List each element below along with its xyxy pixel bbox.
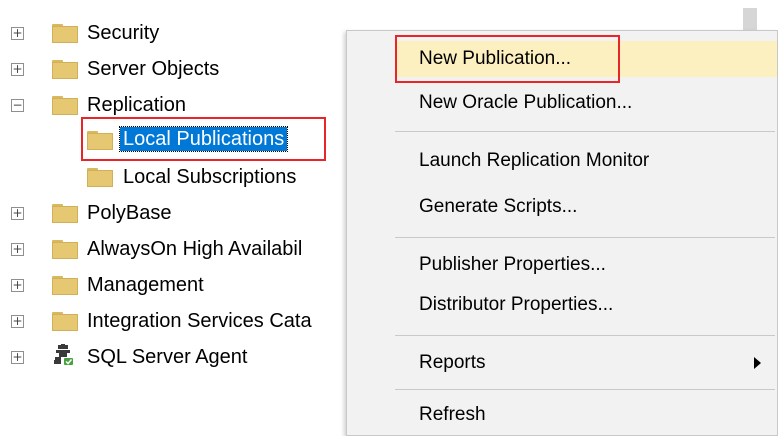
menu-item-launch-replication-monitor[interactable]: Launch Replication Monitor xyxy=(395,143,777,179)
object-explorer-tree: + Security + Server Objects − Replicatio… xyxy=(0,0,360,436)
collapse-icon[interactable]: − xyxy=(11,99,24,112)
folder-icon xyxy=(52,240,78,259)
context-menu: New Publication... New Oracle Publicatio… xyxy=(346,30,778,436)
folder-icon xyxy=(52,204,78,223)
submenu-arrow-icon xyxy=(754,357,761,369)
tree-item-label: Integration Services Cata xyxy=(87,309,312,332)
tree-item-label: Local Subscriptions xyxy=(123,165,297,188)
tree-item-label: Replication xyxy=(87,93,186,116)
menu-item-distributor-properties[interactable]: Distributor Properties... xyxy=(395,287,777,323)
folder-icon xyxy=(52,312,78,331)
tree-item-label: AlwaysOn High Availabil xyxy=(87,237,303,260)
tree-item-management[interactable]: Management xyxy=(87,268,204,302)
expand-icon[interactable]: + xyxy=(11,63,24,76)
folder-icon xyxy=(52,60,78,79)
menu-item-label: Reports xyxy=(419,352,486,373)
tree-item-label: SQL Server Agent xyxy=(87,345,248,368)
menu-item-label: Distributor Properties... xyxy=(419,294,614,315)
tree-item-integration-services[interactable]: Integration Services Cata xyxy=(87,304,312,338)
menu-item-label: Launch Replication Monitor xyxy=(419,150,650,171)
folder-icon xyxy=(52,276,78,295)
menu-item-reports[interactable]: Reports xyxy=(395,345,777,381)
expand-icon[interactable]: + xyxy=(11,351,24,364)
tree-item-label: Server Objects xyxy=(87,57,220,80)
highlight-box xyxy=(81,117,326,161)
expand-icon[interactable]: + xyxy=(11,243,24,256)
menu-item-label: Publisher Properties... xyxy=(419,254,606,275)
tree-item-security[interactable]: Security xyxy=(87,16,159,50)
tree-item-label: Management xyxy=(87,273,204,296)
menu-item-label: Generate Scripts... xyxy=(419,196,578,217)
menu-item-refresh[interactable]: Refresh xyxy=(395,397,777,433)
folder-icon xyxy=(52,96,78,115)
tree-item-polybase[interactable]: PolyBase xyxy=(87,196,172,230)
tree-item-label: PolyBase xyxy=(87,201,172,224)
menu-icon-gutter xyxy=(347,31,395,435)
object-explorer-screenshot: + Security + Server Objects − Replicatio… xyxy=(0,0,778,436)
expand-icon[interactable]: + xyxy=(11,27,24,40)
menu-item-label: New Oracle Publication... xyxy=(419,92,633,113)
menu-separator xyxy=(395,335,775,336)
tree-item-server-objects[interactable]: Server Objects xyxy=(87,52,219,86)
sql-agent-icon xyxy=(54,344,73,365)
menu-separator xyxy=(395,389,775,390)
expand-icon[interactable]: + xyxy=(11,315,24,328)
menu-separator xyxy=(395,237,775,238)
expand-icon[interactable]: + xyxy=(11,279,24,292)
menu-item-generate-scripts[interactable]: Generate Scripts... xyxy=(395,189,777,225)
folder-icon xyxy=(52,24,78,43)
menu-item-new-oracle-publication[interactable]: New Oracle Publication... xyxy=(395,85,777,121)
tree-item-alwayson[interactable]: AlwaysOn High Availabil xyxy=(87,232,302,266)
tree-item-local-subscriptions[interactable]: Local Subscriptions xyxy=(123,160,296,194)
menu-item-publisher-properties[interactable]: Publisher Properties... xyxy=(395,247,777,283)
tree-item-sql-server-agent[interactable]: SQL Server Agent xyxy=(87,340,247,374)
expand-icon[interactable]: + xyxy=(11,207,24,220)
highlight-box xyxy=(395,35,620,83)
menu-item-label: Refresh xyxy=(419,404,486,425)
menu-separator xyxy=(395,131,775,132)
folder-icon xyxy=(87,168,113,187)
tree-item-label: Security xyxy=(87,21,160,44)
